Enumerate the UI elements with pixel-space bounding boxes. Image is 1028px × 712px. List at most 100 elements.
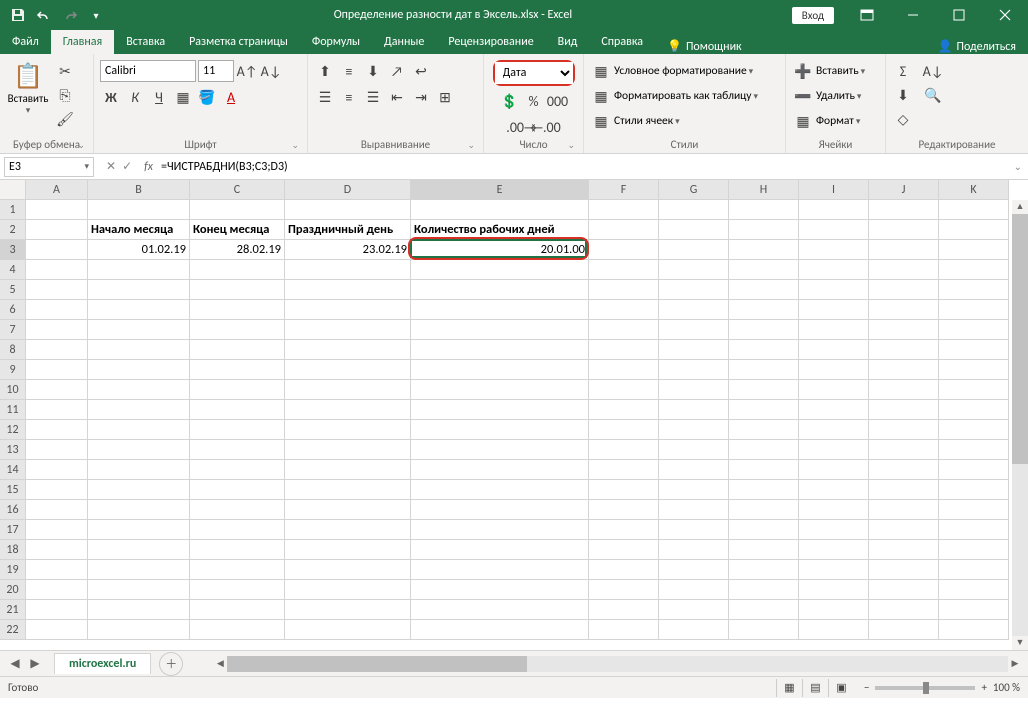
cell-K1[interactable]: [939, 200, 1009, 220]
cell-H10[interactable]: [729, 380, 799, 400]
cell-D8[interactable]: [285, 340, 411, 360]
cell-I17[interactable]: [799, 520, 869, 540]
cell-E5[interactable]: [411, 280, 589, 300]
cell-I19[interactable]: [799, 560, 869, 580]
fx-icon[interactable]: fx: [140, 160, 157, 174]
cell-C13[interactable]: [190, 440, 285, 460]
cell-D2[interactable]: Праздничный день: [285, 220, 411, 240]
col-header-A[interactable]: A: [26, 180, 88, 200]
scroll-up-icon[interactable]: ▲: [1012, 200, 1028, 214]
cell-I2[interactable]: [799, 220, 869, 240]
cell-J22[interactable]: [869, 620, 939, 640]
italic-button[interactable]: К: [124, 86, 146, 108]
cell-J11[interactable]: [869, 400, 939, 420]
cell-I7[interactable]: [799, 320, 869, 340]
cell-B5[interactable]: [88, 280, 190, 300]
cell-A3[interactable]: [26, 240, 88, 260]
cell-J6[interactable]: [869, 300, 939, 320]
cell-C18[interactable]: [190, 540, 285, 560]
zoom-out-icon[interactable]: −: [864, 681, 869, 694]
cell-C14[interactable]: [190, 460, 285, 480]
cell-H22[interactable]: [729, 620, 799, 640]
row-header-19[interactable]: 19: [0, 560, 26, 580]
row-header-8[interactable]: 8: [0, 340, 26, 360]
align-left-icon[interactable]: ☰: [314, 86, 336, 108]
cell-B9[interactable]: [88, 360, 190, 380]
cell-H20[interactable]: [729, 580, 799, 600]
cell-K20[interactable]: [939, 580, 1009, 600]
cell-G10[interactable]: [659, 380, 729, 400]
cell-F15[interactable]: [589, 480, 659, 500]
cell-E9[interactable]: [411, 360, 589, 380]
cell-G8[interactable]: [659, 340, 729, 360]
cell-B4[interactable]: [88, 260, 190, 280]
cell-B2[interactable]: Начало месяца: [88, 220, 190, 240]
cell-E11[interactable]: [411, 400, 589, 420]
tab-view[interactable]: Вид: [546, 30, 590, 54]
ribbon-display-icon[interactable]: [844, 0, 890, 30]
cell-C16[interactable]: [190, 500, 285, 520]
cell-F8[interactable]: [589, 340, 659, 360]
font-color-icon[interactable]: A: [220, 86, 242, 108]
find-select-icon[interactable]: 🔍: [918, 84, 948, 106]
cell-A21[interactable]: [26, 600, 88, 620]
cell-H17[interactable]: [729, 520, 799, 540]
cell-A4[interactable]: [26, 260, 88, 280]
cell-B7[interactable]: [88, 320, 190, 340]
cell-D20[interactable]: [285, 580, 411, 600]
cell-C21[interactable]: [190, 600, 285, 620]
cell-E18[interactable]: [411, 540, 589, 560]
cut-icon[interactable]: ✂: [54, 60, 76, 82]
cell-A7[interactable]: [26, 320, 88, 340]
cell-A2[interactable]: [26, 220, 88, 240]
col-header-E[interactable]: E: [411, 180, 589, 200]
cell-E3[interactable]: 20.01.00: [411, 240, 589, 260]
col-header-G[interactable]: G: [659, 180, 729, 200]
cell-J3[interactable]: [869, 240, 939, 260]
fill-color-icon[interactable]: 🪣: [196, 86, 218, 108]
row-header-9[interactable]: 9: [0, 360, 26, 380]
cell-A16[interactable]: [26, 500, 88, 520]
cell-C4[interactable]: [190, 260, 285, 280]
cell-H21[interactable]: [729, 600, 799, 620]
cell-K9[interactable]: [939, 360, 1009, 380]
cell-J2[interactable]: [869, 220, 939, 240]
cell-K10[interactable]: [939, 380, 1009, 400]
increase-decimal-icon[interactable]: .00→: [511, 116, 533, 138]
cell-K19[interactable]: [939, 560, 1009, 580]
cell-K18[interactable]: [939, 540, 1009, 560]
cell-H16[interactable]: [729, 500, 799, 520]
font-size-select[interactable]: [198, 60, 234, 82]
cell-B18[interactable]: [88, 540, 190, 560]
cell-E22[interactable]: [411, 620, 589, 640]
sort-filter-icon[interactable]: A↓: [918, 60, 948, 82]
expand-formula-bar-icon[interactable]: ⌄: [1008, 160, 1028, 173]
cell-D10[interactable]: [285, 380, 411, 400]
scroll-right-icon[interactable]: ▶: [1008, 656, 1022, 672]
cell-E17[interactable]: [411, 520, 589, 540]
cell-F11[interactable]: [589, 400, 659, 420]
formula-bar[interactable]: [157, 160, 1008, 174]
spreadsheet-grid[interactable]: ABCDEFGHIJK 1234567891011121314151617181…: [0, 180, 1028, 650]
row-header-18[interactable]: 18: [0, 540, 26, 560]
minimize-icon[interactable]: [890, 0, 936, 30]
cell-G14[interactable]: [659, 460, 729, 480]
cell-G7[interactable]: [659, 320, 729, 340]
cell-E15[interactable]: [411, 480, 589, 500]
align-bottom-icon[interactable]: ⬇: [362, 60, 384, 82]
cell-I3[interactable]: [799, 240, 869, 260]
row-header-3[interactable]: 3: [0, 240, 26, 260]
enter-formula-icon[interactable]: ✓: [122, 159, 132, 174]
tab-insert[interactable]: Вставка: [114, 30, 177, 54]
cell-D3[interactable]: 23.02.19: [285, 240, 411, 260]
align-top-icon[interactable]: ⬆: [314, 60, 336, 82]
cell-A14[interactable]: [26, 460, 88, 480]
cell-C6[interactable]: [190, 300, 285, 320]
cell-J14[interactable]: [869, 460, 939, 480]
cell-H7[interactable]: [729, 320, 799, 340]
cell-A5[interactable]: [26, 280, 88, 300]
cell-B20[interactable]: [88, 580, 190, 600]
cell-K17[interactable]: [939, 520, 1009, 540]
tab-layout[interactable]: Разметка страницы: [177, 30, 300, 54]
cell-K21[interactable]: [939, 600, 1009, 620]
